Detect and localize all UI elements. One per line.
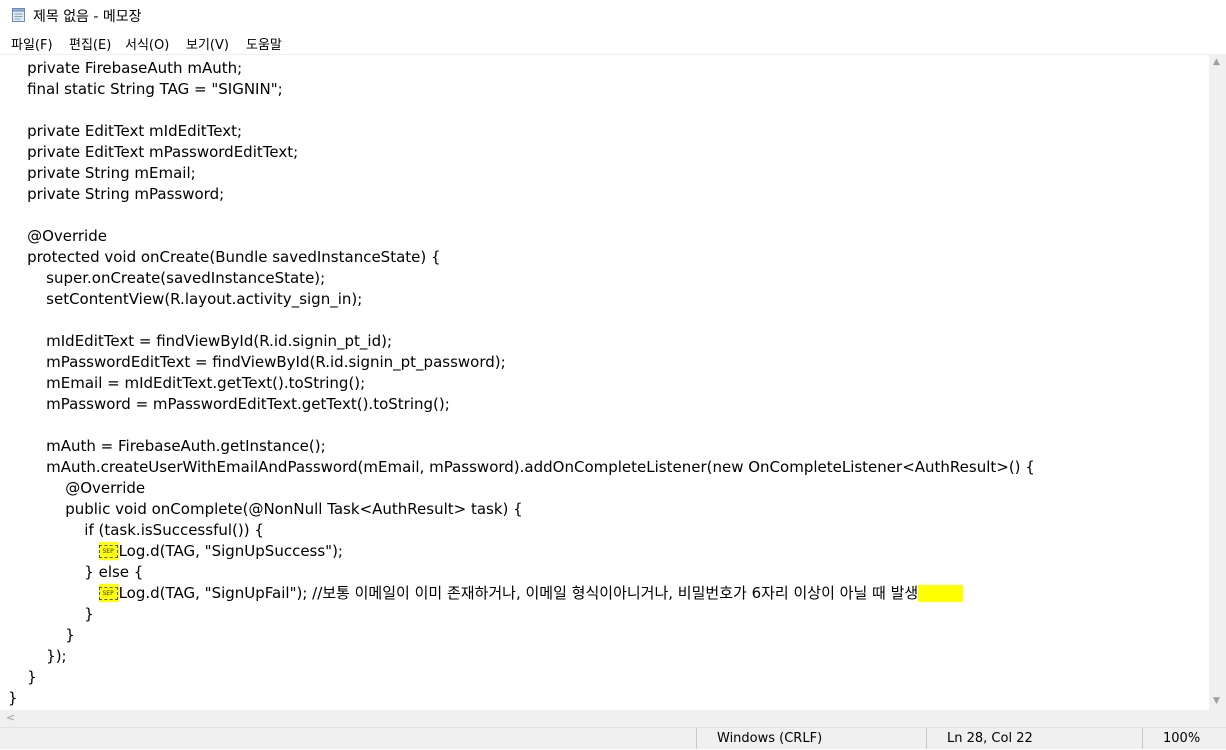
code-line: setContentView(R.layout.activity_sign_in… xyxy=(8,290,363,308)
code-line: @Override xyxy=(8,479,146,497)
status-bar: Windows (CRLF) Ln 28, Col 22 100% xyxy=(0,727,1226,749)
code-line-text: Log.d(TAG, "SignUpSuccess"); xyxy=(118,542,343,560)
code-line: } xyxy=(8,668,37,686)
code-line: mIdEditText = findViewById(R.id.signin_p… xyxy=(8,332,393,350)
code-line: private FirebaseAuth mAuth; xyxy=(8,59,243,77)
code-line: protected void onCreate(Bundle savedInst… xyxy=(8,248,441,266)
vertical-scrollbar[interactable]: ▲ ▼ xyxy=(1209,54,1226,710)
code-line: public void onComplete(@NonNull Task<Aut… xyxy=(8,500,523,518)
menu-view[interactable]: 보기(V) xyxy=(186,34,229,53)
code-line: mEmail = mIdEditText.getText().toString(… xyxy=(8,374,366,392)
code-line-highlighted: SEP Log.d(TAG, "SignUpSuccess"); xyxy=(8,541,343,562)
code-line: } xyxy=(8,689,18,707)
menu-bar: 파일(F) 편집(E) 서식(O) 보기(V) 도움말 xyxy=(0,30,1226,54)
menu-file[interactable]: 파일(F) xyxy=(11,34,53,53)
code-line: mPassword = mPasswordEditText.getText().… xyxy=(8,395,450,413)
menu-help[interactable]: 도움말 xyxy=(246,34,282,53)
code-line: private EditText mIdEditText; xyxy=(8,122,243,140)
code-line: } xyxy=(8,626,75,644)
separator-glyph-icon: SEP xyxy=(98,587,118,600)
code-line: }); xyxy=(8,647,67,665)
code-line: } else { xyxy=(8,563,144,581)
code-line: private String mEmail; xyxy=(8,164,196,182)
code-line: @Override xyxy=(8,227,107,245)
scroll-left-icon[interactable]: < xyxy=(6,711,15,724)
horizontal-scrollbar[interactable]: < xyxy=(0,710,1226,727)
window-title: 제목 없음 - 메모장 xyxy=(33,9,142,25)
notepad-icon xyxy=(12,8,25,22)
highlight-mark xyxy=(918,585,964,602)
cursor-position-status: Ln 28, Col 22 xyxy=(926,728,1137,749)
code-line: final static String TAG = "SIGNIN"; xyxy=(8,80,283,98)
scroll-down-icon[interactable]: ▼ xyxy=(1213,696,1220,706)
code-line-text: Log.d(TAG, "SignUpFail"); //보통 이메일이 이미 존… xyxy=(118,584,919,602)
title-bar: 제목 없음 - 메모장 xyxy=(0,0,1226,30)
code-line: mPasswordEditText = findViewById(R.id.si… xyxy=(8,353,506,371)
menu-edit[interactable]: 편집(E) xyxy=(69,34,111,53)
menu-format[interactable]: 서식(O) xyxy=(125,34,169,53)
text-editor[interactable]: private FirebaseAuth mAuth; final static… xyxy=(0,54,1209,711)
code-line: mAuth.createUserWithEmailAndPassword(mEm… xyxy=(8,458,1035,476)
code-line: private EditText mPasswordEditText; xyxy=(8,143,299,161)
zoom-status: 100% xyxy=(1142,728,1226,749)
code-line: if (task.isSuccessful()) { xyxy=(8,521,264,539)
code-line-highlighted: SEP Log.d(TAG, "SignUpFail"); //보통 이메일이 이… xyxy=(8,583,964,604)
code-line: } xyxy=(8,605,94,623)
code-line: private String mPassword; xyxy=(8,185,225,203)
scroll-up-icon[interactable]: ▲ xyxy=(1213,57,1220,67)
separator-glyph-icon: SEP xyxy=(98,545,118,558)
code-line: super.onCreate(savedInstanceState); xyxy=(8,269,326,287)
code-line: mAuth = FirebaseAuth.getInstance(); xyxy=(8,437,326,455)
line-ending-status: Windows (CRLF) xyxy=(696,728,927,749)
